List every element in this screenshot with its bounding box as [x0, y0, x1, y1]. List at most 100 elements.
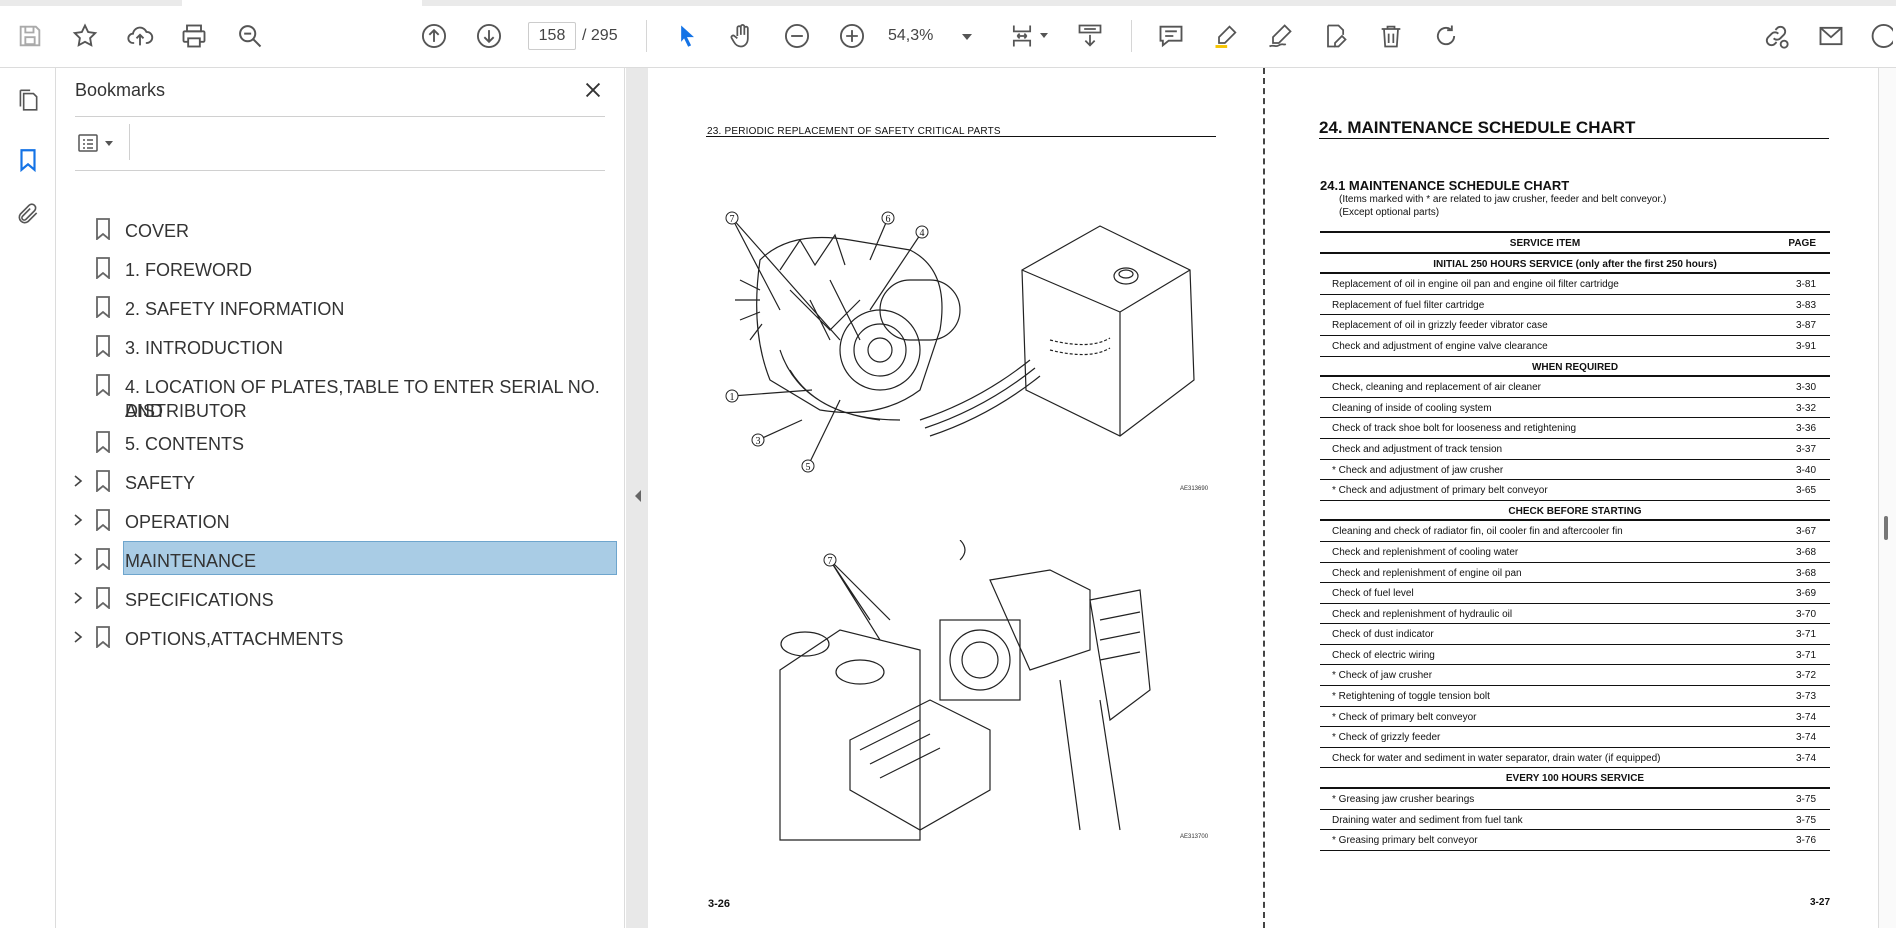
chevron-down-icon[interactable] — [962, 34, 972, 40]
bookmark-label-continued: DISTRIBUTOR — [125, 401, 247, 421]
bookmark-icon — [96, 374, 110, 396]
service-item: * Check of primary belt conveyor — [1332, 711, 1477, 723]
table-row: * Check of jaw crusher 3-72 — [1320, 665, 1830, 687]
table-section-row: EVERY 100 HOURS SERVICE — [1320, 768, 1830, 790]
toolbar-separator — [646, 20, 647, 52]
star-icon[interactable] — [67, 18, 103, 54]
page-ref: 3-68 — [1795, 567, 1816, 579]
collapse-panel-icon[interactable] — [633, 488, 643, 504]
page-total: / 295 — [582, 27, 618, 44]
delete-icon[interactable] — [1373, 18, 1409, 54]
cloud-upload-icon[interactable] — [122, 18, 158, 54]
chevron-right-icon[interactable] — [71, 591, 85, 605]
chevron-right-icon[interactable] — [71, 630, 85, 644]
bookmark-icon — [96, 335, 110, 357]
active-tab[interactable] — [182, 0, 422, 6]
zoom-out-icon[interactable] — [779, 18, 815, 54]
find-zoom-icon[interactable] — [232, 18, 268, 54]
column-header-service-item: SERVICE ITEM — [1509, 238, 1581, 249]
bookmark-item[interactable]: COVER — [57, 212, 617, 248]
page-number: 3-27 — [1810, 897, 1831, 908]
service-item: * Check and adjustment of jaw crusher — [1332, 464, 1504, 476]
table-row: Check and adjustment of engine valve cle… — [1320, 336, 1830, 357]
bookmark-item[interactable]: 1. FOREWORD — [57, 251, 617, 287]
page-ref: 3-37 — [1795, 443, 1816, 455]
attachments-icon[interactable] — [12, 198, 44, 230]
close-icon[interactable] — [579, 76, 607, 104]
table-row: Check and adjustment of track tension 3-3… — [1320, 439, 1830, 460]
chevron-right-icon[interactable] — [71, 513, 85, 527]
scroll-mode-icon[interactable] — [1072, 18, 1108, 54]
page-spine-divider — [1263, 68, 1265, 928]
next-page-icon[interactable] — [471, 18, 507, 54]
list-options-icon — [78, 134, 98, 152]
table-row: Replacement of oil in grizzly feeder vib… — [1320, 315, 1830, 336]
bookmark-icon — [96, 470, 110, 492]
previous-page-icon[interactable] — [416, 18, 452, 54]
page-number-input[interactable]: 158 — [528, 22, 576, 50]
bookmark-item[interactable]: OPERATION — [57, 503, 617, 539]
page-ref: 3-30 — [1795, 382, 1816, 394]
page-ref: 3-69 — [1795, 588, 1816, 600]
service-item: Check of electric wiring — [1332, 649, 1435, 661]
table-row: Replacement of fuel filter cartridge 3-83 — [1320, 295, 1830, 316]
page-ref: 3-73 — [1795, 691, 1816, 703]
fit-page-icon[interactable] — [1004, 18, 1040, 54]
engine-illustration: 7 6 4 1 3 5 — [725, 211, 1195, 473]
table-row: Check and replenishment of cooling water… — [1320, 542, 1830, 563]
comment-icon[interactable] — [1153, 18, 1189, 54]
select-cursor-icon[interactable] — [669, 18, 705, 54]
chevron-right-icon[interactable] — [71, 552, 85, 566]
bookmark-item[interactable]: MAINTENANCE — [57, 541, 617, 578]
section-label: INITIAL 250 HOURS SERVICE (only after th… — [1433, 258, 1717, 270]
hand-tool-icon[interactable] — [724, 18, 760, 54]
header-rule — [706, 136, 1216, 137]
bookmark-options-button[interactable] — [75, 128, 121, 158]
service-item: Check of track shoe bolt for looseness a… — [1332, 423, 1577, 435]
bookmark-label: SAFETY — [125, 473, 196, 493]
email-icon[interactable] — [1813, 18, 1849, 54]
bookmark-panel-icon[interactable] — [12, 144, 44, 176]
highlight-pen-icon[interactable] — [1208, 18, 1244, 54]
service-item: * Retightening of toggle tension bolt — [1332, 691, 1490, 703]
table-section-row: WHEN REQUIRED — [1320, 357, 1830, 378]
fill-sign-icon[interactable] — [1317, 18, 1353, 54]
toolbar-separator — [1131, 20, 1132, 52]
panel-title: Bookmarks — [75, 80, 166, 100]
page-ref: 3-72 — [1795, 670, 1816, 682]
bookmark-icon — [96, 218, 110, 240]
account-icon[interactable] — [1862, 18, 1896, 54]
hydraulic-valve-illustration: 7 — [779, 540, 1151, 841]
page-ref: 3-87 — [1795, 320, 1816, 332]
table-row: * Check and adjustment of jaw crusher 3-4… — [1320, 460, 1830, 481]
save-icon[interactable] — [12, 18, 48, 54]
bookmark-item[interactable]: 4. LOCATION OF PLATES,TABLE TO ENTER SER… — [57, 368, 617, 421]
redo-icon[interactable] — [1428, 18, 1464, 54]
scrollbar-thumb[interactable] — [1884, 516, 1888, 540]
bookmark-item[interactable]: 5. CONTENTS — [57, 425, 617, 461]
section-label: CHECK BEFORE STARTING — [1508, 505, 1642, 517]
bookmark-item[interactable]: OPTIONS,ATTACHMENTS — [57, 620, 617, 656]
page-thumbnails-icon[interactable] — [12, 84, 44, 116]
bookmark-label: COVER — [125, 221, 190, 241]
bookmark-item[interactable]: SPECIFICATIONS — [57, 581, 617, 617]
fit-page-dropdown-icon[interactable] — [1040, 33, 1048, 38]
table-row: Check of fuel level 3-69 — [1320, 583, 1830, 604]
chevron-right-icon[interactable] — [71, 474, 85, 488]
page-ref: 3-75 — [1795, 794, 1816, 806]
vertical-scrollbar[interactable] — [1878, 68, 1896, 928]
share-link-icon[interactable] — [1758, 18, 1794, 54]
callout-label: 1 — [730, 392, 735, 403]
table-row: Check of track shoe bolt for looseness a… — [1320, 418, 1830, 439]
callout-label: 7 — [730, 214, 735, 225]
service-item: Draining water and sediment from fuel ta… — [1332, 814, 1523, 826]
bookmark-item[interactable]: 3. INTRODUCTION — [57, 329, 617, 365]
print-icon[interactable] — [176, 18, 212, 54]
bookmark-item[interactable]: SAFETY — [57, 464, 617, 500]
bookmark-item[interactable]: 2. SAFETY INFORMATION — [57, 290, 617, 326]
service-item: Check and replenishment of cooling water — [1332, 546, 1519, 558]
zoom-in-icon[interactable] — [834, 18, 870, 54]
service-item: * Check and adjustment of primary belt c… — [1332, 485, 1548, 497]
service-item: Check of fuel level — [1332, 588, 1414, 600]
draw-pen-icon[interactable] — [1262, 18, 1298, 54]
